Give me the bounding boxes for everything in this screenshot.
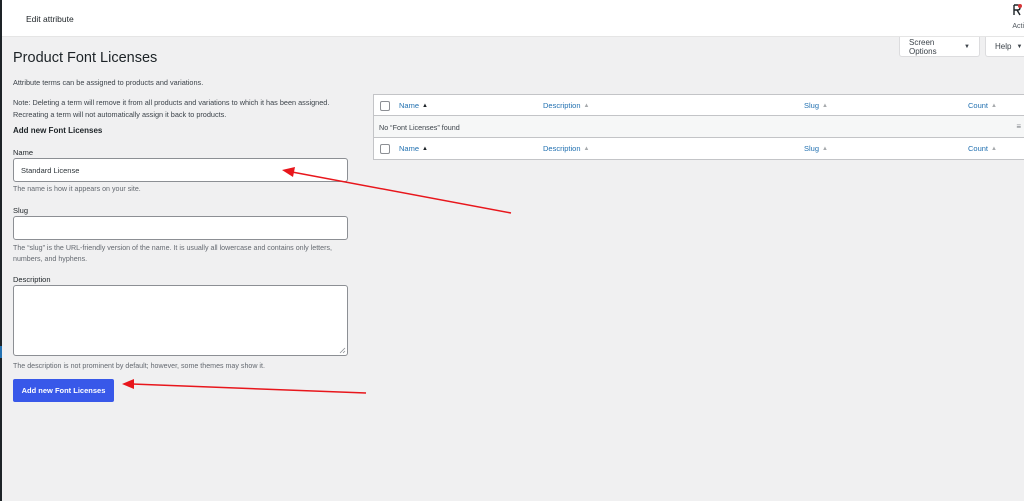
select-all-checkbox-footer[interactable] [380, 144, 390, 154]
screen-options-button[interactable]: Screen Options ▼ [899, 37, 980, 57]
help-button[interactable]: Help ▼ [985, 37, 1024, 57]
description-textarea[interactable] [13, 285, 348, 356]
column-header-name[interactable]: Name ▲ [399, 101, 428, 110]
column-header-description[interactable]: Description ▲ [543, 101, 589, 110]
sort-arrows-icon: ▲ [991, 145, 997, 152]
form-heading: Add new Font Licenses [13, 126, 103, 135]
arrowhead-icon [122, 379, 134, 389]
top-header-bar: Edit attribute Acti [2, 0, 1024, 37]
admin-menu-edge [0, 0, 2, 501]
column-header-slug[interactable]: Slug ▲ [804, 101, 828, 110]
help-label: Help [995, 42, 1012, 51]
name-input[interactable] [13, 158, 348, 182]
table-header-row: Name ▲ Description ▲ Slug ▲ Count ▲ [374, 95, 1024, 116]
notification-dot [1018, 4, 1022, 8]
terms-table: Name ▲ Description ▲ Slug ▲ Count ▲ No “Font… [373, 94, 1024, 160]
admin-menu-accent [0, 346, 2, 358]
description-label: Description [13, 275, 51, 284]
resize-handle-icon[interactable] [339, 347, 346, 354]
drag-handle-icon: ≡ [1016, 122, 1021, 131]
annotation-arrow-to-button [131, 383, 367, 394]
page-title: Product Font Licenses [13, 50, 158, 66]
sort-arrows-icon: ▲ [422, 145, 428, 152]
caret-down-icon: ▼ [1016, 43, 1023, 50]
empty-message: No “Font Licenses” found [379, 123, 460, 132]
name-label: Name [13, 148, 34, 157]
header-title: Edit attribute [26, 14, 74, 24]
column-header-count[interactable]: Count ▲ [968, 101, 997, 110]
sort-arrows-icon: ▲ [422, 102, 428, 109]
table-footer-row: Name ▲ Description ▲ Slug ▲ Count ▲ [374, 138, 1024, 160]
column-footer-description[interactable]: Description ▲ [543, 144, 589, 153]
activity-button[interactable]: Acti [1010, 4, 1024, 30]
activity-label: Acti [1012, 23, 1024, 30]
sort-arrows-icon: ▲ [991, 102, 997, 109]
caret-down-icon: ▼ [964, 43, 970, 50]
select-all-checkbox[interactable] [380, 101, 390, 111]
sort-arrows-icon: ▲ [822, 102, 828, 109]
column-footer-count[interactable]: Count ▲ [968, 144, 997, 153]
slug-input[interactable] [13, 216, 348, 240]
add-new-term-button[interactable]: Add new Font Licenses [13, 379, 114, 402]
sort-arrows-icon: ▲ [583, 102, 590, 109]
table-empty-row: No “Font Licenses” found ≡ [374, 116, 1024, 138]
sort-arrows-icon: ▲ [822, 145, 828, 152]
name-help-text: The name is how it appears on your site. [13, 185, 141, 193]
column-footer-slug[interactable]: Slug ▲ [804, 144, 828, 153]
page-note: Note: Deleting a term will remove it fro… [13, 98, 330, 119]
slug-help-text: The “slug” is the URL-friendly version o… [13, 244, 332, 263]
page-intro: Attribute terms can be assigned to produ… [13, 78, 204, 87]
description-help-text: The description is not prominent by defa… [13, 362, 265, 370]
activity-icon [1012, 4, 1022, 16]
screen-options-label: Screen Options [909, 37, 937, 56]
slug-label: Slug [13, 206, 29, 215]
sort-arrows-icon: ▲ [583, 145, 590, 152]
column-footer-name[interactable]: Name ▲ [399, 144, 428, 153]
